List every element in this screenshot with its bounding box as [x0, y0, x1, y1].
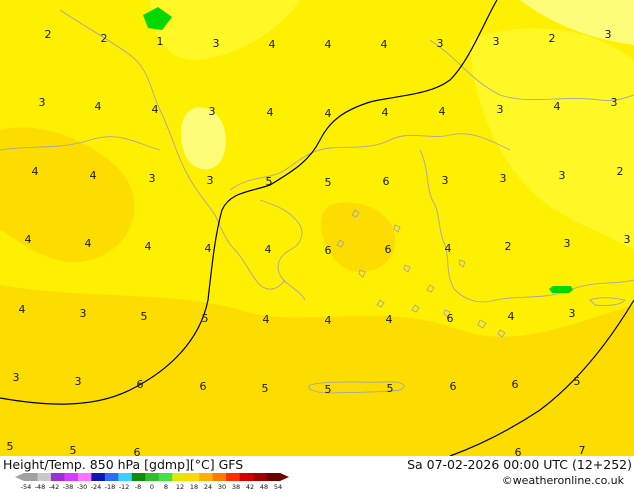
temperature-label: 4 [265, 243, 272, 256]
temperature-label: 4 [95, 100, 102, 113]
scale-swatch [199, 473, 213, 481]
temperature-label: 5 [141, 310, 148, 323]
map-footer: Height/Temp. 850 hPa [gdmp][°C] GFS Sa 0… [0, 456, 634, 491]
temperature-label: 6 [200, 380, 207, 393]
temperature-label: 3 [493, 35, 500, 48]
temperature-label: 3 [605, 28, 612, 41]
temperature-label: 3 [500, 172, 507, 185]
temperature-label: 3 [75, 375, 82, 388]
temperature-label: 4 [382, 106, 389, 119]
scale-swatch [131, 473, 146, 481]
temperature-label: 1 [157, 35, 164, 48]
temperature-label: 3 [209, 105, 216, 118]
temperature-label: 4 [386, 313, 393, 326]
scale-swatch [37, 473, 52, 481]
temperature-label: 5 [262, 382, 269, 395]
temperature-label: 7 [579, 444, 586, 456]
temperature-label: 4 [90, 169, 97, 182]
color-scale: -54 -48 -42 -38 -30 -24 -18 -12 -8 0 8 12 18 24 30 38 42… [15, 473, 289, 491]
temperature-label: 4 [439, 105, 446, 118]
forecast-date: Sa 07-02-2026 00:00 UTC (12+252) [407, 457, 632, 472]
scale-swatch [185, 473, 200, 481]
scale-arrow-left [15, 473, 24, 481]
temperature-label: 3 [559, 169, 566, 182]
scale-swatch [158, 473, 173, 481]
temperature-label: 4 [445, 242, 452, 255]
temperature-label: 5 [7, 440, 14, 453]
green-patch-east [549, 286, 573, 293]
scale-swatch [172, 473, 186, 481]
temperature-label: 2 [45, 28, 52, 41]
temperature-label: 4 [554, 100, 561, 113]
temperature-label: 2 [617, 165, 624, 178]
temperature-label: 4 [267, 106, 274, 119]
temperature-label: 4 [508, 310, 515, 323]
temperature-label: 4 [325, 314, 332, 327]
scale-swatch [77, 473, 92, 481]
temperature-label: 4 [19, 303, 26, 316]
temperature-label: 5 [325, 176, 332, 189]
temperature-label: 3 [442, 174, 449, 187]
temperature-label: 3 [564, 237, 571, 250]
temperature-label: 4 [32, 165, 39, 178]
temperature-label: 6 [325, 244, 332, 257]
temperature-label: 2 [101, 32, 108, 45]
temperature-label: 4 [269, 38, 276, 51]
credit-link[interactable]: ©weatheronline.co.uk [502, 474, 624, 487]
temperature-label: 4 [325, 38, 332, 51]
temperature-label: 5 [266, 175, 273, 188]
temperature-label: 5 [325, 383, 332, 396]
scale-swatch [91, 473, 106, 481]
scale-swatch [253, 473, 267, 481]
temperature-label: 2 [549, 32, 556, 45]
temperature-label: 3 [569, 307, 576, 320]
temperature-label: 6 [447, 312, 454, 325]
temperature-label: 4 [325, 107, 332, 120]
weather-map: 2 2 1 3 4 4 4 3 3 2 3 3 4 4 3 4 4 4 4 3 4 3 4 4 3 3 5 5 6 3 3 3 2 4 4 4 4 4 6 6… [0, 0, 634, 456]
temperature-label: 6 [450, 380, 457, 393]
temperature-label: 6 [134, 446, 141, 456]
temperature-label: 4 [263, 313, 270, 326]
temperature-label: 3 [611, 96, 618, 109]
temperature-label: 3 [149, 172, 156, 185]
temperature-label: 4 [25, 233, 32, 246]
temperature-label: 3 [207, 174, 214, 187]
scale-swatch [145, 473, 160, 481]
scale-swatch [118, 473, 133, 481]
scale-swatch [64, 473, 79, 481]
scale-swatch [266, 473, 281, 481]
temperature-label: 4 [381, 38, 388, 51]
temperature-label: 4 [85, 237, 92, 250]
temperature-label: 6 [515, 446, 522, 456]
scale-swatch [226, 473, 240, 481]
temperature-label: 3 [13, 371, 20, 384]
temperature-label: 6 [137, 378, 144, 391]
temperature-label: 5 [574, 375, 581, 388]
scale-swatch [50, 473, 65, 481]
temperature-label: 3 [80, 307, 87, 320]
temperature-label: 4 [152, 103, 159, 116]
temperature-label: 5 [202, 312, 209, 325]
temperature-label: 5 [387, 382, 394, 395]
temperature-label: 6 [383, 175, 390, 188]
temperature-label: 2 [505, 240, 512, 253]
scale-swatch [24, 473, 38, 481]
temperature-label: 6 [385, 243, 392, 256]
temperature-label: 4 [145, 240, 152, 253]
temperature-label: 3 [437, 37, 444, 50]
temperature-label: 3 [497, 103, 504, 116]
scale-swatch [212, 473, 227, 481]
scale-swatch [104, 473, 119, 481]
temperature-label: 5 [70, 444, 77, 456]
scale-swatch [239, 473, 254, 481]
temperature-label: 4 [205, 242, 212, 255]
temperature-label: 3 [624, 233, 631, 246]
temperature-label: 3 [39, 96, 46, 109]
temperature-label: 3 [213, 37, 220, 50]
temperature-label: 6 [512, 378, 519, 391]
scale-arrow-right [280, 473, 289, 481]
